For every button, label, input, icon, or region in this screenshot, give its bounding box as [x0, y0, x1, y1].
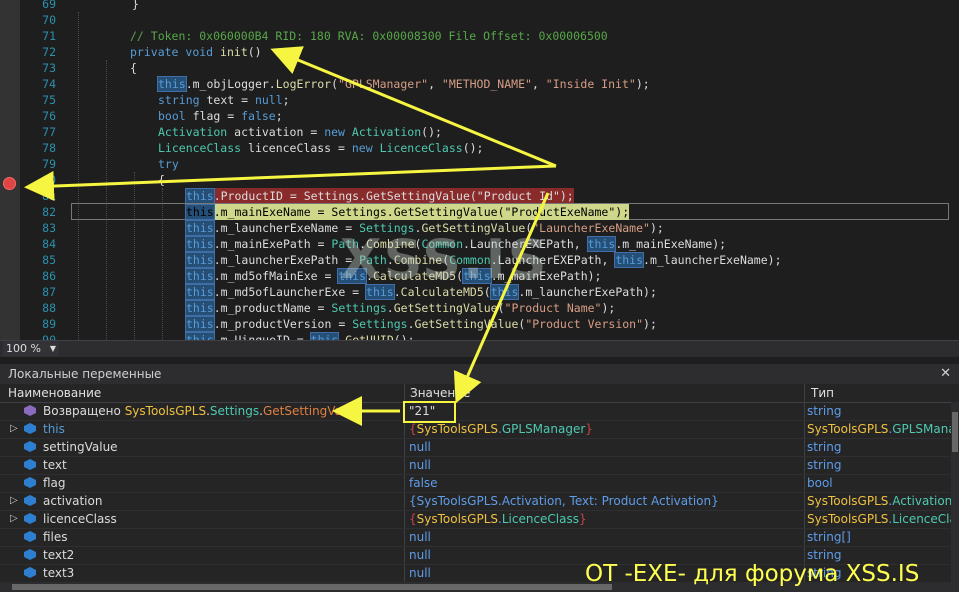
- arrow-to-init: [270, 46, 557, 168]
- signature-caption: OT -EXE- для форума XSS.IS: [585, 561, 920, 587]
- annotation-arrows: [24, 46, 557, 426]
- value-highlight-box: [403, 401, 456, 423]
- arrow-to-value: [453, 192, 550, 404]
- arrow-to-breakpoint: [24, 164, 557, 202]
